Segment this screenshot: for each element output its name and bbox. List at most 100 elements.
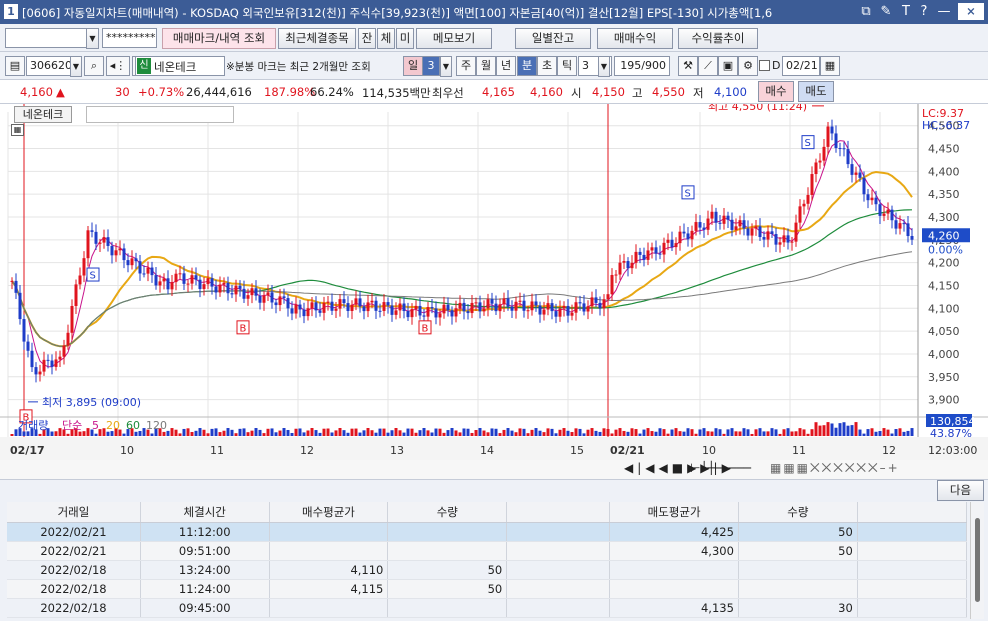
volume-bar [394, 428, 398, 436]
candle [298, 304, 302, 310]
tab-tick[interactable]: 틱 [557, 56, 577, 76]
balance-button[interactable]: 잔 [358, 28, 376, 49]
volume-bar [286, 429, 290, 436]
tab-minute[interactable]: 분 [517, 56, 537, 76]
tab-second[interactable]: 초 [537, 56, 557, 76]
password-input[interactable]: ********* [102, 28, 157, 48]
volume-bar [174, 429, 178, 436]
interval-dropdown-icon[interactable]: ▼ [598, 56, 610, 77]
restore-icon[interactable]: ⧉ [858, 3, 874, 20]
column-header[interactable] [857, 502, 968, 523]
volume-bar [398, 430, 402, 436]
volume-bar [334, 430, 338, 436]
sell-button[interactable]: 매도 [798, 81, 834, 102]
candle [594, 297, 598, 303]
trade-history-panel: ◀|◀◀■▶▶|▶ ⊢┴┼───── ▦▦▦⨉⨉⨉⨉⨉⨉–+ 다음 거래일 체결시… [0, 460, 988, 621]
table-row[interactable]: 2022/02/18 09:45:00 4,135 30 [7, 598, 968, 618]
candle [406, 311, 410, 318]
executed-button[interactable]: 체 [377, 28, 395, 49]
gear-icon[interactable]: ⚙ [738, 56, 758, 76]
table-row[interactable]: 2022/02/21 11:12:00 4,425 50 [7, 522, 968, 542]
view-tools-icon[interactable]: ▦▦▦⨉⨉⨉⨉⨉⨉–+ [770, 461, 900, 476]
volume-bar [378, 428, 382, 436]
account-dropdown-icon[interactable]: ▼ [86, 28, 99, 49]
volume-bar [886, 429, 890, 436]
column-header[interactable]: 거래일 [7, 502, 141, 523]
x-tick-label: 11 [210, 444, 224, 457]
volume: 26,444,616 [186, 85, 252, 99]
daily-balance-button[interactable]: 일별잔고 [515, 28, 591, 49]
chart-menu-icon[interactable]: ▤ [5, 56, 25, 76]
date-checkbox[interactable] [759, 60, 770, 71]
settings-icon-1[interactable]: ⚒ [678, 56, 698, 76]
tab-daily[interactable]: 일 [403, 56, 423, 76]
tab-year[interactable]: 년 [496, 56, 516, 76]
table-row[interactable]: 2022/02/18 13:24:00 4,110 50 [7, 560, 968, 580]
candle [214, 286, 218, 293]
column-header[interactable]: 매도평균가 [609, 502, 739, 523]
unfilled-button[interactable]: 미 [396, 28, 414, 49]
table-row[interactable]: 2022/02/21 09:51:00 4,300 50 [7, 541, 968, 561]
buy-button[interactable]: 매수 [758, 81, 794, 102]
volume-bar [794, 431, 798, 436]
sound-icon[interactable]: ◂⋮ [106, 56, 130, 76]
grid-toggle-icon[interactable]: ▦ [11, 124, 24, 136]
overlay-stock-input[interactable] [86, 106, 234, 123]
period-number[interactable]: 3 [422, 56, 440, 76]
chart-area[interactable]: 4,5004,4504,4004,3504,3004,2504,2004,150… [0, 100, 988, 460]
next-button[interactable]: 다음 [937, 480, 984, 501]
account-input[interactable] [5, 28, 88, 48]
volume-bar [906, 430, 910, 436]
legend-60: 60 [126, 419, 140, 432]
memo-button[interactable]: 메모보기 [416, 28, 492, 49]
text-icon[interactable]: T [898, 3, 914, 20]
volume-bar [870, 428, 874, 436]
volume-bar [730, 428, 734, 436]
volume-bar [366, 428, 370, 436]
candlestick-chart[interactable]: 4,5004,4504,4004,3504,3004,2504,2004,150… [0, 100, 988, 460]
volume-bar [134, 431, 138, 436]
candle [850, 164, 854, 175]
mark-history-button[interactable]: 매매마크/내역 조회 [162, 28, 276, 49]
column-header[interactable]: 수량 [387, 502, 508, 523]
table-cell: 4,110 [269, 560, 389, 580]
count-field[interactable]: 195/900 [614, 56, 670, 76]
yield-trend-button[interactable]: 수익률추이 [678, 28, 758, 49]
candle [750, 228, 754, 236]
search-icon[interactable]: ⌕ [84, 56, 104, 76]
zoom-slider[interactable]: ⊢┴┼───── [690, 461, 751, 475]
column-header[interactable]: 매수평균가 [269, 502, 389, 523]
period-dropdown-icon[interactable]: ▼ [440, 56, 452, 77]
tab-month[interactable]: 월 [476, 56, 496, 76]
stock-tab[interactable]: 네온테크 [14, 106, 72, 123]
column-header[interactable]: 수량 [738, 502, 858, 523]
stock-name-field[interactable]: 신 네온테크 [135, 56, 225, 76]
tab-week[interactable]: 주 [456, 56, 476, 76]
candle [90, 230, 94, 232]
draw-icon[interactable]: ⟋ [698, 56, 718, 76]
table-cell: 11:12:00 [140, 522, 270, 542]
save-icon[interactable]: ▣ [718, 56, 738, 76]
table-row[interactable]: 2022/02/18 11:24:00 4,115 50 [7, 579, 968, 599]
candle [282, 296, 286, 299]
pin-icon[interactable]: ✎ [878, 3, 894, 20]
candle [102, 237, 106, 243]
column-header[interactable] [506, 502, 611, 523]
recent-trades-button[interactable]: 최근체결종목 [278, 28, 356, 49]
candle [658, 253, 662, 255]
stock-code-input[interactable]: 306620 [26, 56, 72, 76]
table-scrollbar[interactable] [970, 502, 984, 619]
code-dropdown-icon[interactable]: ▼ [70, 56, 82, 77]
column-header[interactable]: 체결시간 [140, 502, 270, 523]
help-icon[interactable]: ? [916, 3, 932, 20]
candle [174, 273, 178, 283]
candle [770, 231, 774, 235]
volume-bar [850, 425, 854, 436]
calendar-icon[interactable]: ▦ [820, 56, 840, 76]
minimize-icon[interactable]: — [936, 3, 952, 20]
close-button[interactable]: × [958, 3, 984, 20]
trade-profit-button[interactable]: 매매수익 [597, 28, 673, 49]
volume-bar [606, 428, 610, 436]
date-input[interactable]: 02/21 [782, 56, 820, 76]
scroll-thumb[interactable] [975, 518, 980, 602]
